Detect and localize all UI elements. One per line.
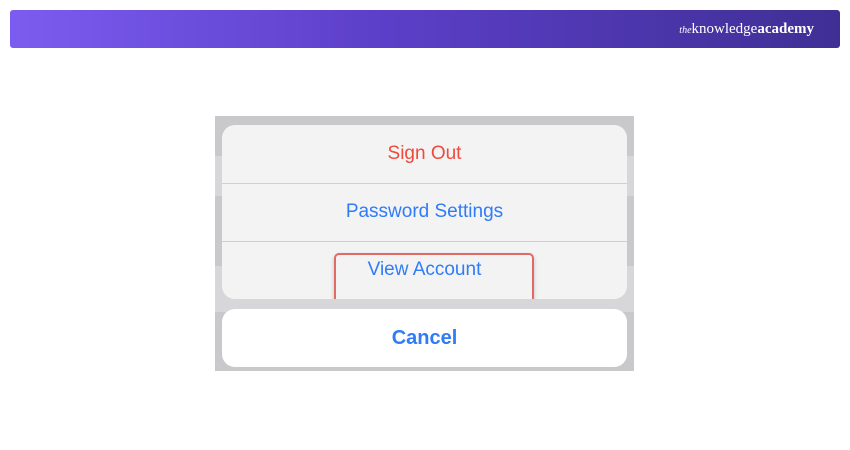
- view-account-button[interactable]: View Account: [222, 241, 627, 299]
- sign-out-button[interactable]: Sign Out: [222, 125, 627, 183]
- brand-word-academy: academy: [757, 21, 814, 37]
- header-banner: theknowledgeacademy: [10, 10, 840, 48]
- brand-word-knowledge: knowledge: [691, 21, 758, 37]
- brand-logo: theknowledgeacademy: [679, 20, 814, 40]
- action-sheet: Sign Out Password Settings View Account: [222, 125, 627, 299]
- app-screenshot: Sign Out Password Settings View Account …: [215, 116, 634, 371]
- brand-prefix: the: [679, 25, 692, 36]
- cancel-button[interactable]: Cancel: [222, 309, 627, 367]
- password-settings-button[interactable]: Password Settings: [222, 183, 627, 241]
